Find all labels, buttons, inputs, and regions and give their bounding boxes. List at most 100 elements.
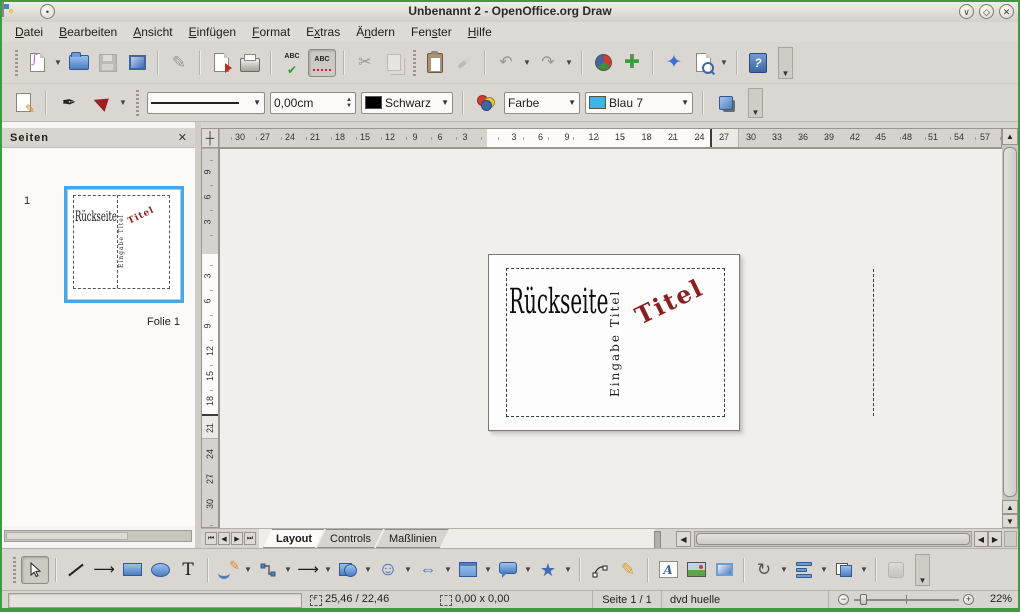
scroll-up2-icon[interactable]: ▲ [1002,500,1018,514]
minimize-icon[interactable]: ∨ [959,4,974,19]
menu-ansicht[interactable]: Ansicht [126,23,179,41]
stars-icon[interactable]: ★ [535,557,561,583]
edit-points-icon[interactable] [587,557,613,583]
glue-points-icon[interactable]: ✎ [615,557,641,583]
basic-shapes-dropdown-icon[interactable]: ▼ [363,557,373,583]
toolbar-overflow-icon[interactable]: ▼ [778,47,793,79]
menu-einfgen[interactable]: Einfügen [182,23,243,41]
line-width-spinner-icon[interactable]: ▲▼ [346,97,352,109]
tab-malinien[interactable]: Maßlinien [376,529,450,548]
fill-color-select[interactable]: Blau 7 ▼ [585,92,693,114]
arrange-icon[interactable] [831,557,857,583]
basic-shapes-icon[interactable] [335,557,361,583]
maximize-icon[interactable]: ◇ [979,4,994,19]
menu-hilfe[interactable]: Hilfe [461,23,499,41]
menu-format[interactable]: Format [245,23,297,41]
connector-dropdown-icon[interactable]: ▼ [283,557,293,583]
copy-icon[interactable] [381,50,407,76]
rotate-dropdown-icon[interactable]: ▼ [779,557,789,583]
first-page-icon[interactable]: ⏮ [205,532,217,545]
styles-icon[interactable]: ✎ [10,90,36,116]
toolbar-drag-handle[interactable] [15,50,18,76]
close-icon[interactable]: ✕ [999,4,1014,19]
symbol-shapes-icon[interactable]: ☺ [375,557,401,583]
gallery-icon[interactable] [711,557,737,583]
new-document-icon[interactable]: ∫ [24,50,50,76]
extrusion-icon[interactable] [883,557,909,583]
stars-dropdown-icon[interactable]: ▼ [563,557,573,583]
document-name-cell[interactable]: dvd huelle [664,591,829,608]
curve-dropdown-icon[interactable]: ▼ [243,557,253,583]
insert-picture-icon[interactable] [683,557,709,583]
alignment-dropdown-icon[interactable]: ▼ [819,557,829,583]
horizontal-scroll-thumb[interactable] [696,533,970,545]
last-page-icon[interactable]: ⏭ [244,532,256,545]
rotate-icon[interactable]: ↻ [751,557,777,583]
zoom-icon[interactable] [690,50,716,76]
line-width-input[interactable]: 0,00cm ▲▼ [270,92,356,114]
spellcheck-icon[interactable]: ABC✔ [279,50,305,76]
vertical-ruler[interactable]: 96336912151821242730 [201,148,219,528]
fontwork-icon[interactable]: A [655,557,681,583]
area-style-icon[interactable] [473,90,499,116]
spine-text[interactable]: Eingabe Titel [608,273,622,413]
zoom-out-icon[interactable]: − [838,594,849,605]
fill-type-select[interactable]: Farbe ▼ [504,92,580,114]
tab-controls[interactable]: Controls [317,529,384,548]
vertical-scrollbar[interactable]: ▲ ▲ ▼ [1002,128,1018,528]
line-tool-icon[interactable] [63,557,89,583]
new-document-dropdown-icon[interactable]: ▼ [53,50,63,76]
toolbar-overflow-icon[interactable]: ▼ [748,88,763,118]
menu-extras[interactable]: Extras [299,23,347,41]
line-color-select[interactable]: Schwarz ▼ [361,92,453,114]
flowchart-dropdown-icon[interactable]: ▼ [483,557,493,583]
page-number-cell[interactable]: Seite 1 / 1 [592,591,662,608]
page-thumbnail[interactable]: Rückseite Eingabe Titel Titel [64,186,184,303]
paste-icon[interactable] [422,50,448,76]
menu-fenster[interactable]: Fenster [404,23,459,41]
toolbar-drag-handle[interactable] [13,557,16,583]
ruler-origin-icon[interactable]: ┼ [201,128,219,148]
drawing-canvas[interactable]: Rückseite Eingabe Titel Titel [219,148,1002,528]
toolbar-drag-handle[interactable] [136,90,139,116]
edit-file-icon[interactable]: ✎ [166,50,192,76]
hscroll-left2-icon[interactable]: ◀ [974,531,988,547]
auto-spellcheck-icon[interactable]: ABC [308,49,336,77]
rectangle-tool-icon[interactable] [119,557,145,583]
lines-arrows-dropdown-icon[interactable]: ▼ [323,557,333,583]
help-icon[interactable]: ? [745,50,771,76]
hscroll-right-icon[interactable]: ▶ [988,531,1002,547]
hscroll-left-icon[interactable]: ◀ [676,531,691,547]
connector-tool-icon[interactable] [255,557,281,583]
scroll-down-icon[interactable]: ▼ [1002,514,1018,528]
curve-tool-icon[interactable]: ✎ [215,557,241,583]
panel-horizontal-scrollbar[interactable] [4,530,192,542]
next-page-icon[interactable]: ▶ [231,532,243,545]
tab-scroll-splitter[interactable] [654,531,661,549]
lines-arrows-icon[interactable]: ⟶ [295,557,321,583]
zoom-dropdown-icon[interactable]: ▼ [719,50,729,76]
arrange-dropdown-icon[interactable]: ▼ [859,557,869,583]
open-icon[interactable] [66,50,92,76]
undo-dropdown-icon[interactable]: ▼ [522,50,532,76]
ellipse-tool-icon[interactable] [147,557,173,583]
toolbar-overflow-icon[interactable]: ▼ [915,554,930,586]
vertical-scroll-thumb[interactable] [1003,147,1017,497]
navigator-icon[interactable]: ✦ [661,50,687,76]
chart-icon[interactable] [590,50,616,76]
menu-datei[interactable]: Datei [8,23,50,41]
horizontal-scrollbar[interactable] [694,531,972,547]
undo-icon[interactable]: ↶ [493,50,519,76]
edit-document-icon[interactable] [124,50,150,76]
draw-functions-icon[interactable]: ✚ [619,50,645,76]
previous-page-icon[interactable]: ◀ [218,532,230,545]
toolbar-drag-handle[interactable] [413,50,416,76]
callouts-icon[interactable] [495,557,521,583]
flowchart-icon[interactable] [455,557,481,583]
block-arrows-icon[interactable]: ⇔ [415,557,441,583]
format-paintbrush-icon[interactable] [451,50,477,76]
tab-layout[interactable]: Layout [263,529,325,548]
shadow-icon[interactable] [713,90,739,116]
menu-ndern[interactable]: Ändern [349,23,402,41]
redo-icon[interactable]: ↷ [535,50,561,76]
